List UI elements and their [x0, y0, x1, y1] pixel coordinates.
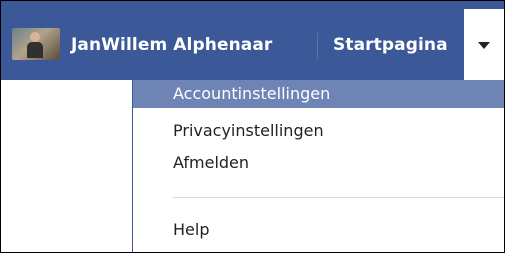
screenshot-frame: JanWillem Alphenaar Startpagina Accounti… — [0, 0, 505, 253]
menu-item-logout[interactable]: Afmelden — [133, 149, 504, 177]
profile-name-link[interactable]: JanWillem Alphenaar — [71, 35, 272, 55]
home-link[interactable]: Startpagina — [333, 35, 448, 55]
caret-down-icon — [478, 42, 490, 49]
avatar-body-shape — [27, 42, 43, 58]
menu-item-help[interactable]: Help — [133, 216, 504, 244]
account-dropdown-menu: Accountinstellingen Privacyinstellingen … — [133, 80, 504, 252]
menu-item-label: Afmelden — [173, 153, 250, 172]
account-dropdown-button[interactable] — [464, 9, 504, 80]
menu-item-label: Help — [173, 220, 210, 239]
menu-item-label: Privacyinstellingen — [173, 121, 324, 140]
menu-item-account-settings[interactable]: Accountinstellingen — [133, 80, 504, 108]
menu-item-label: Accountinstellingen — [173, 84, 331, 103]
menu-item-privacy-settings[interactable]: Privacyinstellingen — [133, 117, 504, 145]
user-avatar[interactable] — [12, 28, 60, 60]
nav-divider — [317, 33, 318, 59]
menu-separator — [173, 197, 504, 198]
top-navigation-bar: JanWillem Alphenaar Startpagina — [1, 1, 504, 80]
avatar-head-shape — [30, 32, 40, 42]
